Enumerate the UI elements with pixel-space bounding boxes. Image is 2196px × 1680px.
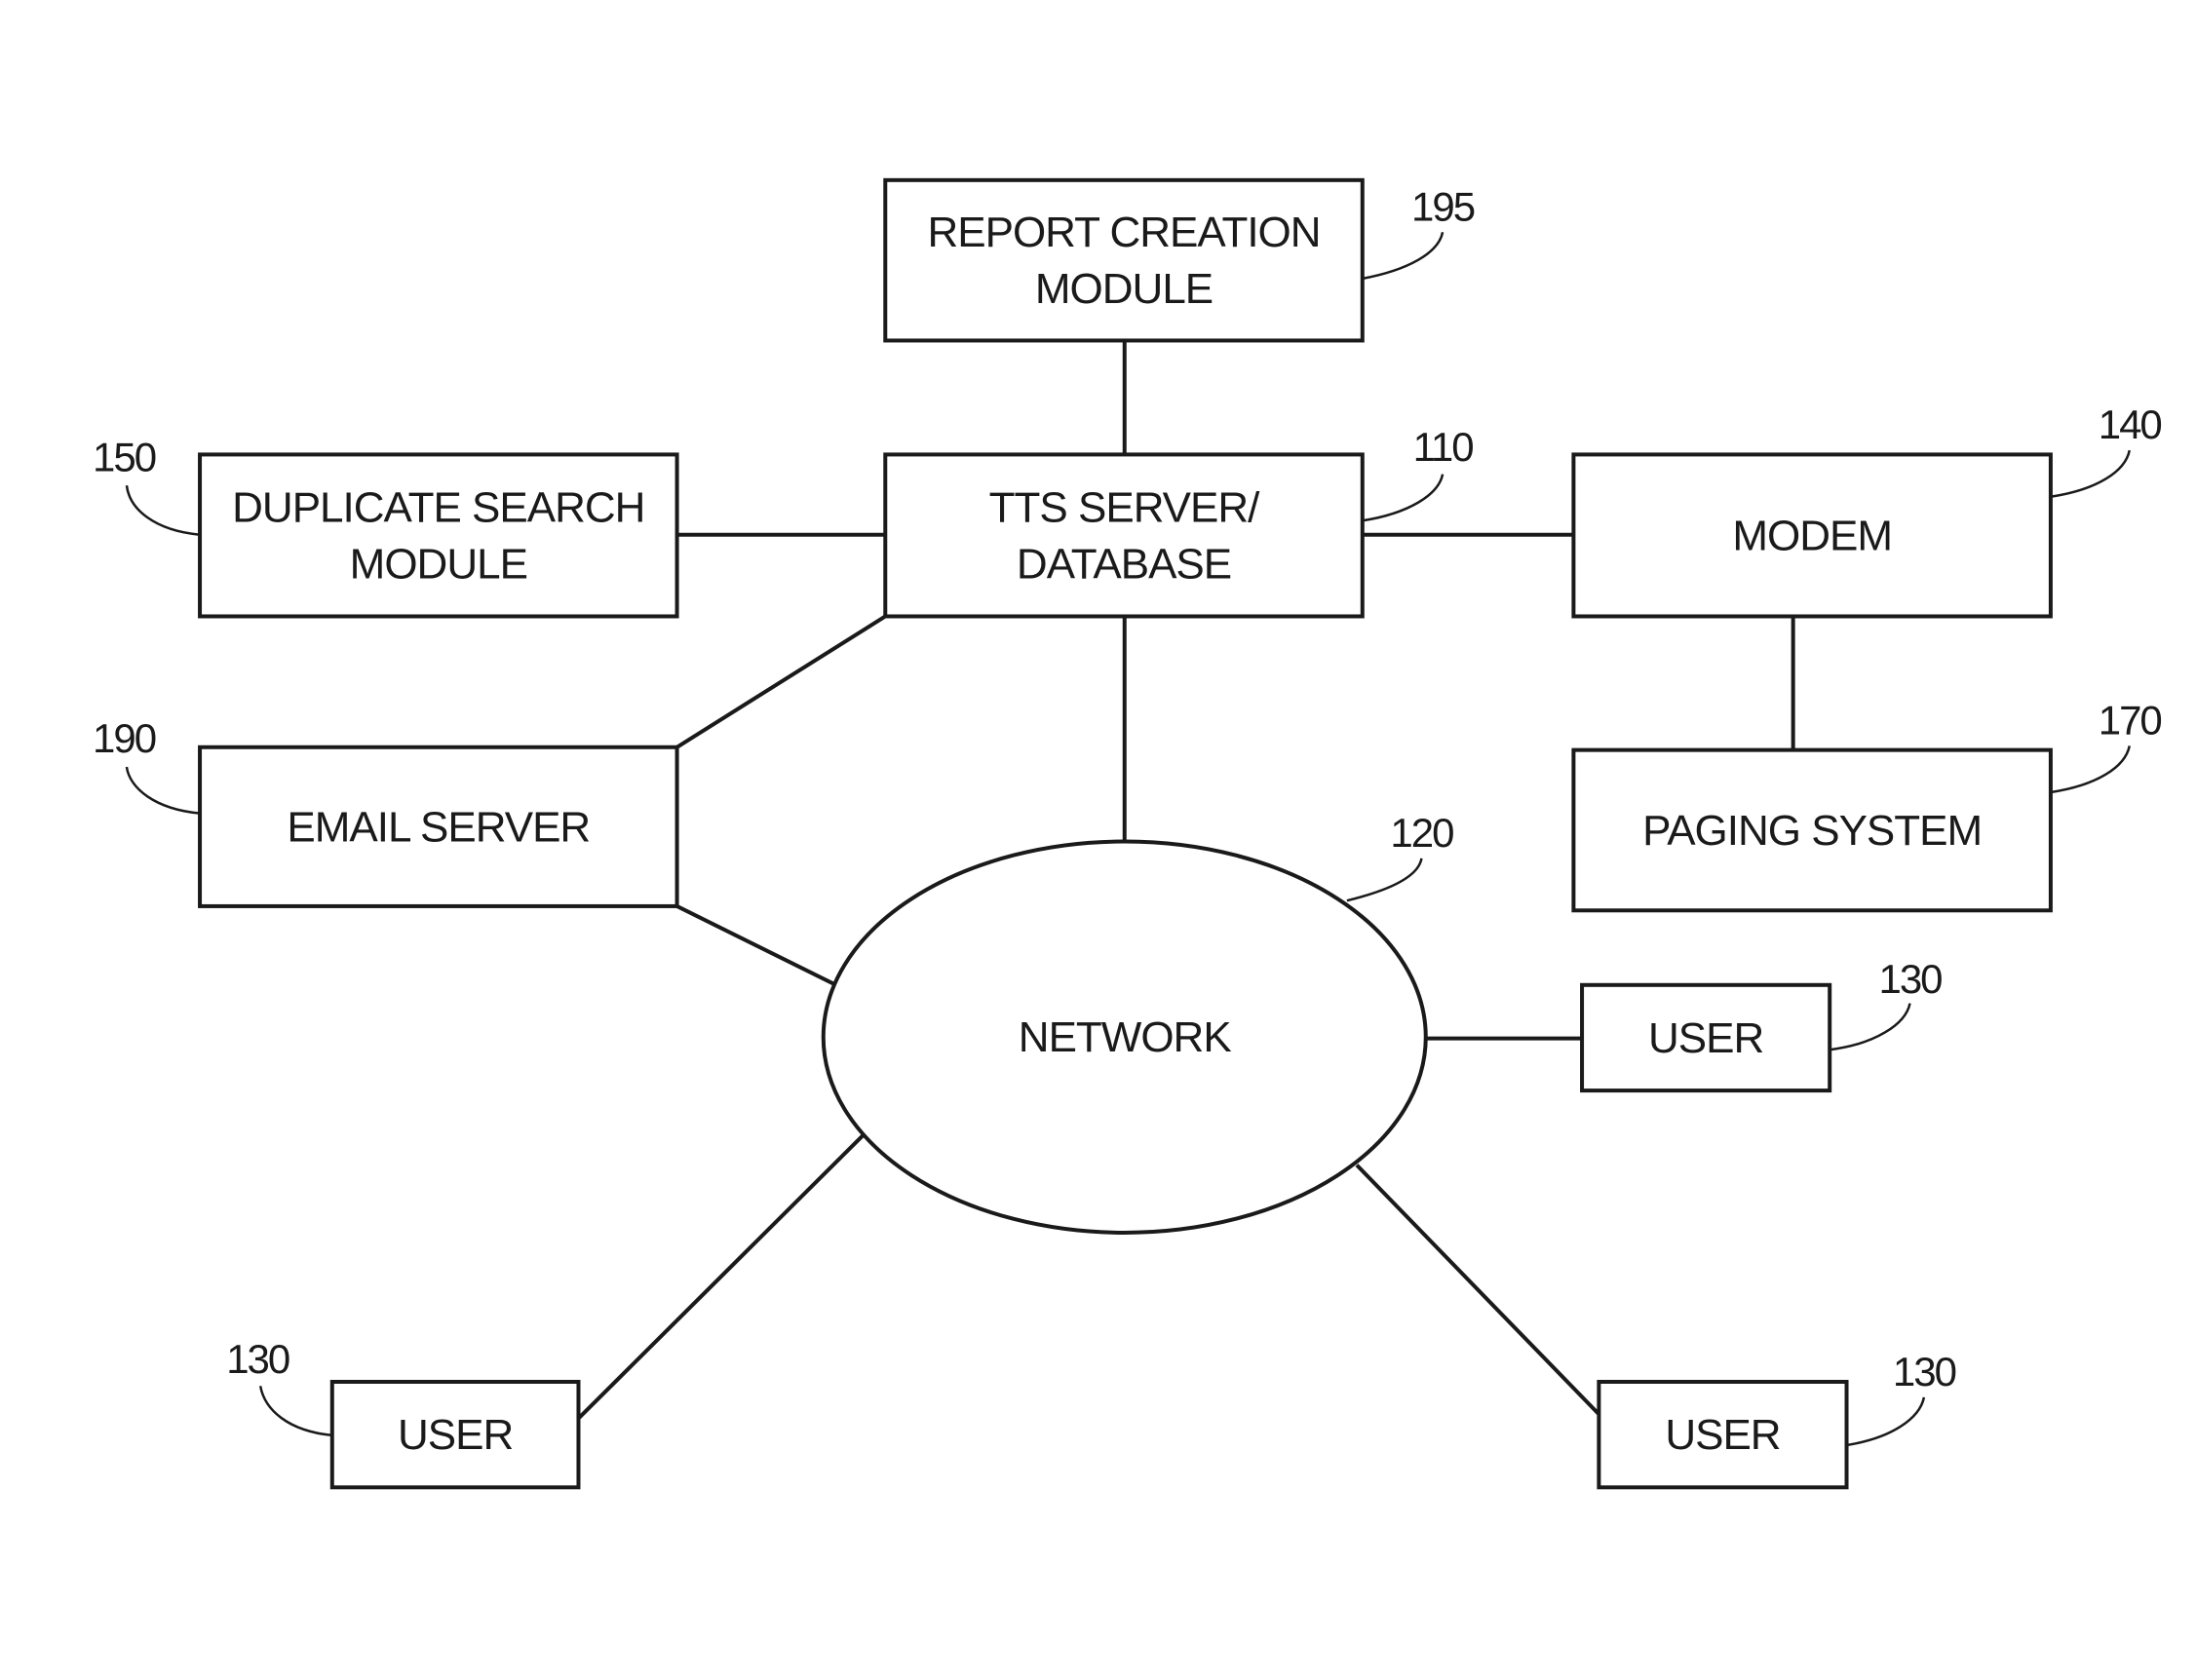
node-report[interactable]: REPORT CREATION MODULE	[883, 177, 1365, 343]
reference-number: 130	[1893, 1349, 1956, 1394]
reference-leader-130	[258, 1386, 332, 1437]
node-tts[interactable]: TTS SERVER/DATABASE	[883, 452, 1365, 619]
duplicate-box	[198, 452, 679, 619]
reference-number: 170	[2099, 697, 2162, 743]
reference-leader-140	[2050, 449, 2131, 498]
edge-email-to-network	[675, 904, 837, 987]
node-user-bottom-right[interactable]: USER	[1597, 1380, 1849, 1490]
node-label: PAGING SYSTEM	[1642, 807, 1982, 855]
node-duplicate[interactable]: DUPLICATE SEARCH MODULE	[198, 452, 679, 619]
reference-leader-120	[1346, 858, 1423, 902]
network-diagram: 195 110 150 140 190 170 120 130 130 130 REPORT CR…	[93, 177, 2163, 1490]
reference-number: 120	[1390, 810, 1453, 856]
reference-leader-130	[1830, 1003, 1911, 1051]
node-label: EMAIL SERVER	[287, 803, 590, 851]
reference-leader-150	[125, 485, 201, 536]
node-label: MODULE	[350, 540, 527, 588]
node-label: DUPLICATE SEARCH	[232, 483, 644, 531]
node-label: TTS SERVER/	[989, 483, 1260, 531]
report-box	[883, 177, 1365, 343]
node-user-bottom-left[interactable]: USER	[329, 1380, 581, 1490]
node-user-right[interactable]: USER	[1580, 982, 1832, 1093]
edge-network-to-user_bottom_right	[1355, 1164, 1600, 1416]
node-email[interactable]: EMAIL SERVER	[198, 745, 679, 908]
node-network[interactable]: NETWORK	[821, 839, 1428, 1235]
reference-leader-190	[125, 766, 201, 815]
node-modem[interactable]: MODEM	[1571, 452, 2053, 619]
reference-leader-130	[1846, 1396, 1926, 1447]
reference-number: 140	[2099, 401, 2162, 447]
node-label: REPORT CREATION	[927, 209, 1320, 256]
reference-number: 195	[1411, 183, 1475, 229]
node-label: MODEM	[1732, 512, 1892, 559]
reference-leader-170	[2050, 745, 2131, 794]
edge-tts-to-email	[675, 614, 887, 749]
node-paging[interactable]: PAGING SYSTEM	[1571, 747, 2053, 913]
node-label: USER	[1665, 1411, 1780, 1459]
tts-box	[883, 452, 1365, 619]
node-label: NETWORK	[1019, 1013, 1232, 1061]
reference-leader-195	[1362, 231, 1445, 281]
reference-number: 130	[1878, 956, 1942, 1002]
node-label: USER	[398, 1411, 513, 1459]
node-label: MODULE	[1035, 265, 1213, 313]
reference-number: 130	[226, 1336, 289, 1382]
edge-network-to-user_bottom_left	[577, 1133, 865, 1420]
node-label: DATABASE	[1017, 540, 1231, 588]
reference-number: 110	[1413, 424, 1474, 470]
reference-number: 150	[93, 434, 156, 479]
node-label: USER	[1648, 1014, 1763, 1062]
reference-leader-110	[1362, 474, 1445, 522]
reference-number: 190	[93, 715, 156, 761]
